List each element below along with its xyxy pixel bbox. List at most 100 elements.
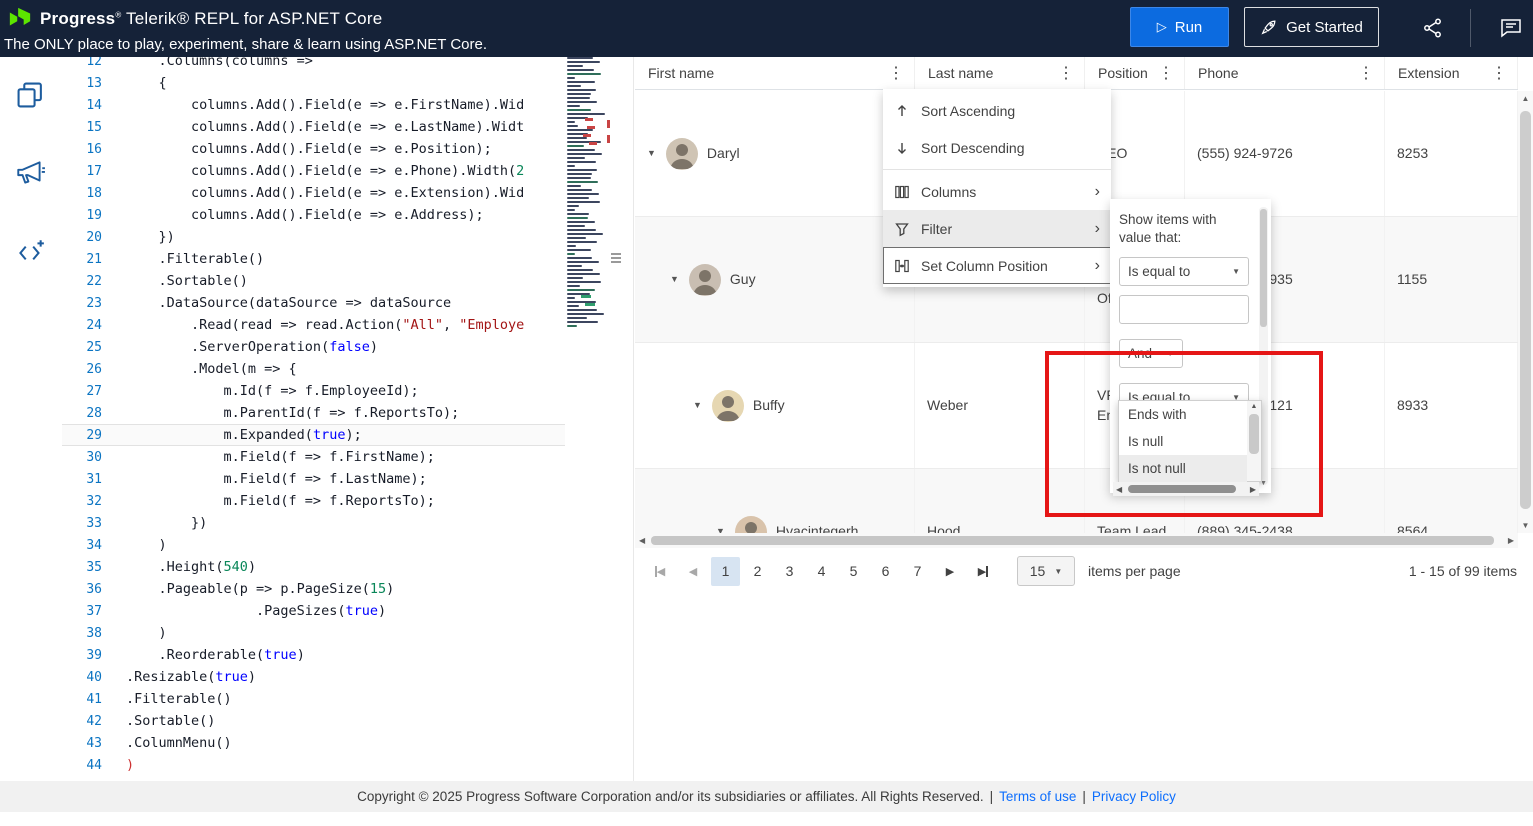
column-menu-button[interactable]: ⋮ [884, 63, 908, 83]
column-header-position[interactable]: Position ⋮ [1085, 57, 1185, 89]
submenu-arrow-icon: › [1094, 256, 1100, 274]
menu-item-sort-descending[interactable]: Sort Descending [883, 129, 1111, 166]
code-line[interactable]: 26 .Model(m => { [62, 358, 565, 380]
code-line[interactable]: 27 m.Id(f => f.EmployeeId); [62, 380, 565, 402]
menu-item-sort-ascending[interactable]: Sort Ascending [883, 92, 1111, 129]
grid-horizontal-scrollbar[interactable]: ◀ ▶ [635, 533, 1518, 548]
page-button-2[interactable]: 2 [743, 557, 772, 586]
column-menu-button[interactable]: ⋮ [1154, 63, 1178, 83]
table-row[interactable]: ▼ Hyacintegerh Hood Team Lead (889) 345-2438… [635, 469, 1518, 533]
code-line[interactable]: 25 .ServerOperation(false) [62, 336, 565, 358]
code-line[interactable]: 24 .Read(read => read.Action("All", "Emp… [62, 314, 565, 336]
code-text: columns.Add().Field(e => e.Address); [126, 207, 484, 223]
page-button-5[interactable]: 5 [839, 557, 868, 586]
sort-ascending-icon [894, 103, 910, 119]
next-page-button[interactable]: ▶ [935, 556, 965, 586]
code-line[interactable]: 12 .Columns(columns => [62, 57, 565, 72]
filter-value-input[interactable] [1119, 295, 1249, 325]
code-line[interactable]: 32 m.Field(f => f.ReportsTo); [62, 490, 565, 512]
share-icon[interactable] [1421, 16, 1445, 40]
feedback-icon[interactable] [1499, 16, 1523, 40]
code-line[interactable]: 37 .PageSizes(true) [62, 600, 565, 622]
column-menu-button[interactable]: ⋮ [1354, 63, 1378, 83]
column-menu-button[interactable]: ⋮ [1054, 63, 1078, 83]
column-header-last-name[interactable]: Last name ⋮ [915, 57, 1085, 89]
privacy-policy-link[interactable]: Privacy Policy [1092, 789, 1176, 804]
dropdown-option[interactable]: Ends with [1119, 401, 1247, 428]
code-line[interactable]: 34 ) [62, 534, 565, 556]
dropdown-list-horizontal-scrollbar[interactable]: ◀ ▶ [1113, 482, 1259, 496]
code-line[interactable]: 35 .Height(540) [62, 556, 565, 578]
code-line[interactable]: 39 .Reorderable(true) [62, 644, 565, 666]
code-line[interactable]: 30 m.Field(f => f.FirstName); [62, 446, 565, 468]
code-line[interactable]: 41 .Filterable() [62, 688, 565, 710]
column-menu-button[interactable]: ⋮ [1487, 63, 1511, 83]
page-size-select[interactable]: 15 ▼ [1017, 556, 1075, 586]
page-button-1[interactable]: 1 [711, 556, 740, 586]
column-header-phone[interactable]: Phone ⋮ [1185, 57, 1385, 89]
line-number: 12 [86, 57, 102, 69]
page-button-3[interactable]: 3 [775, 557, 804, 586]
megaphone-icon[interactable] [14, 157, 46, 189]
table-row[interactable]: ▼BuffyWeberVP, Engineering(699) 838-6121… [635, 343, 1518, 469]
menu-item-label: Set Column Position [921, 257, 1048, 274]
column-header-extension[interactable]: Extension ⋮ [1385, 57, 1518, 89]
code-line[interactable]: 38 ) [62, 622, 565, 644]
expand-row-icon[interactable]: ▼ [716, 525, 725, 533]
code-text: columns.Add().Field(e => e.FirstName).Wi… [126, 97, 525, 113]
expand-row-icon[interactable]: ▼ [647, 147, 656, 160]
code-line[interactable]: 16 columns.Add().Field(e => e.Position); [62, 138, 565, 160]
page-title: Progress® Telerik® REPL for ASP.NET Core [40, 9, 383, 28]
splitter-handle[interactable] [611, 253, 623, 271]
code-line[interactable]: 28 m.ParentId(f => f.ReportsTo); [62, 402, 565, 424]
code-line[interactable]: 18 columns.Add().Field(e => e.Extension)… [62, 182, 565, 204]
menu-item-set-column-position[interactable]: Set Column Position › [883, 247, 1111, 284]
code-line[interactable]: 33 }) [62, 512, 565, 534]
expand-row-icon[interactable]: ▼ [693, 399, 702, 412]
expand-row-icon[interactable]: ▼ [670, 273, 679, 286]
code-line[interactable]: 15 columns.Add().Field(e => e.LastName).… [62, 116, 565, 138]
code-line[interactable]: 13 { [62, 72, 565, 94]
tagline: The ONLY place to play, experiment, shar… [4, 36, 488, 53]
copy-icon[interactable] [14, 79, 46, 111]
filter-operator-dropdown-1[interactable]: Is equal to ▼ [1119, 257, 1249, 287]
code-line[interactable]: 36 .Pageable(p => p.PageSize(15) [62, 578, 565, 600]
code-line[interactable]: 21 .Filterable() [62, 248, 565, 270]
menu-item-columns[interactable]: Columns › [883, 173, 1111, 210]
code-line[interactable]: 44) [62, 754, 565, 776]
line-number: 21 [86, 251, 102, 267]
filter-logic-dropdown[interactable]: And ▼ [1119, 339, 1183, 369]
terms-of-use-link[interactable]: Terms of use [999, 789, 1076, 804]
code-line[interactable]: 23 .DataSource(dataSource => dataSource [62, 292, 565, 314]
column-header-first-name[interactable]: First name ⋮ [635, 57, 915, 89]
run-button[interactable]: ▷ Run [1130, 7, 1229, 47]
code-line[interactable]: 29 m.Expanded(true); [62, 424, 565, 446]
pane-divider [633, 57, 634, 782]
line-number: 19 [86, 207, 102, 223]
code-line[interactable]: 19 columns.Add().Field(e => e.Address); [62, 204, 565, 226]
menu-item-label: Sort Descending [921, 139, 1025, 156]
last-page-button[interactable]: ▶ [968, 556, 998, 586]
page-button-7[interactable]: 7 [903, 557, 932, 586]
page-button-6[interactable]: 6 [871, 557, 900, 586]
editor-minimap[interactable] [565, 57, 611, 349]
page-button-4[interactable]: 4 [807, 557, 836, 586]
code-line[interactable]: 14 columns.Add().Field(e => e.FirstName)… [62, 94, 565, 116]
get-started-button[interactable]: Get Started [1244, 7, 1379, 47]
dropdown-list-scrollbar[interactable]: ▲ [1247, 401, 1261, 481]
code-line[interactable]: 17 columns.Add().Field(e => e.Phone).Wid… [62, 160, 565, 182]
code-line[interactable]: 31 m.Field(f => f.LastName); [62, 468, 565, 490]
code-line[interactable]: 20 }) [62, 226, 565, 248]
first-page-button[interactable]: ◀ [645, 556, 675, 586]
code-editor[interactable]: 12 .Columns(columns => 13 {14 columns.Add… [62, 57, 633, 782]
previous-page-button[interactable]: ◀ [678, 556, 708, 586]
code-add-icon[interactable] [14, 237, 46, 269]
menu-item-filter[interactable]: Filter › [883, 210, 1111, 247]
code-line[interactable]: 40 .Resizable(true) [62, 666, 565, 688]
code-line[interactable]: 42 .Sortable() [62, 710, 565, 732]
code-line[interactable]: 43 .ColumnMenu() [62, 732, 565, 754]
dropdown-option[interactable]: Is null [1119, 428, 1247, 455]
dropdown-option[interactable]: Is not null [1119, 455, 1247, 482]
grid-vertical-scrollbar[interactable]: ▲ ▼ [1518, 91, 1533, 533]
code-line[interactable]: 22 .Sortable() [62, 270, 565, 292]
